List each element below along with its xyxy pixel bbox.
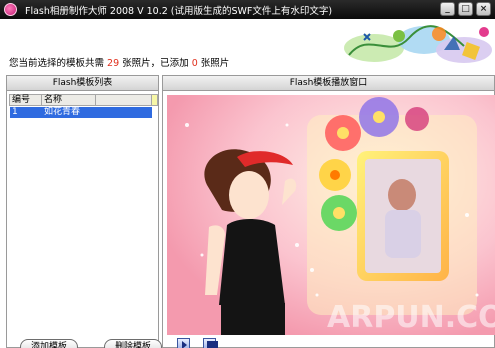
template-player-panel: Flash模板播放窗口 ARPUN.CO — [162, 75, 495, 348]
column-header-end — [152, 95, 157, 105]
info-prefix: 您当前选择的模板共需 — [9, 58, 105, 69]
window-title: Flash相册制作大师 2008 V 10.2 (试用版生成的SWF文件上有水印… — [25, 5, 333, 17]
watermark-text: ARPUN.COM — [327, 300, 495, 335]
stop-icon[interactable] — [203, 338, 218, 348]
add-template-button[interactable]: 添加模板 — [20, 339, 78, 348]
play-icon[interactable] — [177, 338, 190, 348]
delete-template-button[interactable]: 删除模板 — [104, 339, 162, 348]
added-photo-count: 0 — [191, 58, 198, 69]
banner-art — [344, 20, 495, 66]
preview-scene: ARPUN.COM — [167, 95, 495, 335]
maximize-button[interactable]: □ — [458, 2, 473, 16]
app-icon — [4, 3, 17, 16]
column-header-number[interactable]: 编号 — [10, 95, 42, 105]
flash-preview[interactable]: ARPUN.COM — [167, 95, 495, 335]
column-header-name[interactable]: 名称 — [42, 95, 96, 105]
template-list-title: Flash模板列表 — [7, 76, 158, 91]
list-item[interactable]: 1 如花青春 — [10, 107, 152, 118]
info-mid: 张照片，已添加 — [122, 58, 189, 69]
required-photo-count: 29 — [107, 58, 120, 69]
list-item-number: 1 — [12, 107, 18, 117]
info-suffix: 张照片 — [200, 58, 230, 69]
photo-count-info: 您当前选择的模板共需 29 张照片，已添加 0 张照片 — [9, 55, 229, 69]
list-header: 编号 名称 — [9, 94, 158, 106]
title-bar: Flash相册制作大师 2008 V 10.2 (试用版生成的SWF文件上有水印… — [0, 0, 495, 19]
close-button[interactable]: × — [476, 2, 491, 16]
template-list-panel: Flash模板列表 编号 名称 1 如花青春 添加模板 删除模板 — [6, 75, 162, 348]
banner-logo — [344, 20, 495, 66]
template-player-title: Flash模板播放窗口 — [163, 76, 494, 91]
column-header-blank — [96, 95, 152, 105]
list-item-name: 如花青春 — [44, 107, 81, 117]
minimize-button[interactable]: _ — [440, 2, 455, 16]
